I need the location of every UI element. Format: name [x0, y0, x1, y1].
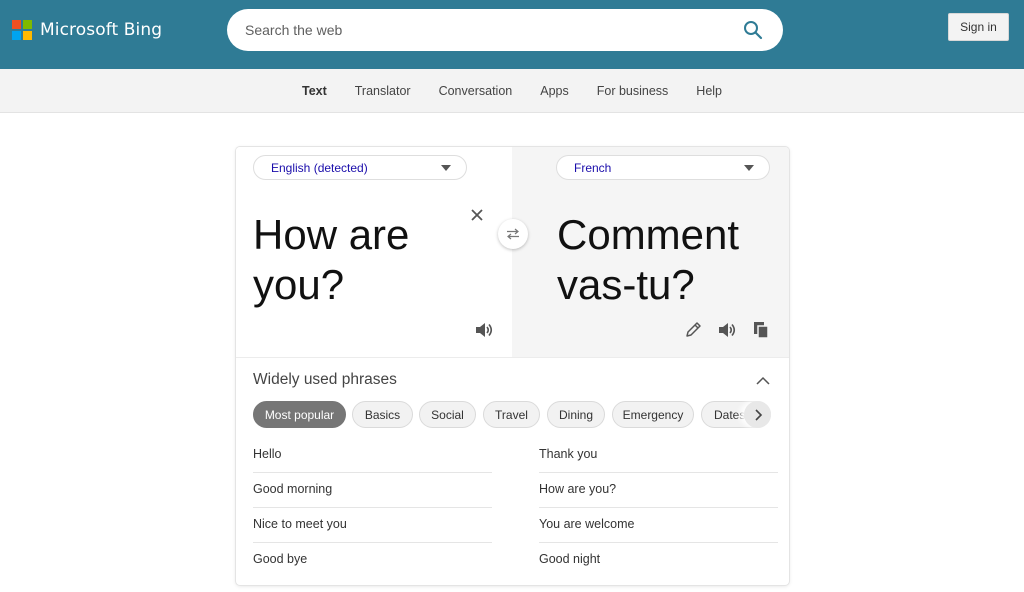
- chip-emergency[interactable]: Emergency: [612, 401, 694, 428]
- phrase-item[interactable]: Nice to meet you: [253, 508, 492, 543]
- phrase-item[interactable]: Good night: [539, 543, 778, 578]
- speaker-icon[interactable]: [474, 320, 494, 340]
- target-language-select[interactable]: French: [556, 155, 770, 180]
- phrases-title: Widely used phrases: [253, 371, 397, 388]
- sign-in-button[interactable]: Sign in: [948, 13, 1009, 41]
- nav-translator[interactable]: Translator: [355, 84, 411, 98]
- top-header: Microsoft Bing Sign in: [0, 0, 1024, 69]
- nav-conversation[interactable]: Conversation: [439, 84, 513, 98]
- bing-logo[interactable]: Microsoft Bing: [12, 20, 162, 40]
- chip-social[interactable]: Social: [419, 401, 476, 428]
- nav-text[interactable]: Text: [302, 84, 327, 98]
- phrase-item[interactable]: You are welcome: [539, 508, 778, 543]
- chip-dining[interactable]: Dining: [547, 401, 605, 428]
- phrase-item[interactable]: Good bye: [253, 543, 492, 578]
- phrase-item[interactable]: Thank you: [539, 438, 778, 473]
- search-icon[interactable]: [743, 20, 763, 40]
- phrase-item[interactable]: Good morning: [253, 473, 492, 508]
- chevron-down-icon: [744, 165, 754, 171]
- swap-icon: [507, 228, 519, 240]
- chip-basics[interactable]: Basics: [352, 401, 413, 428]
- edit-icon[interactable]: [683, 320, 703, 340]
- source-language-label: English (detected): [271, 160, 368, 175]
- phrase-item[interactable]: How are you?: [539, 473, 778, 508]
- chevron-down-icon: [441, 165, 451, 171]
- speaker-icon[interactable]: [717, 320, 737, 340]
- nav-for-business[interactable]: For business: [597, 84, 669, 98]
- phrase-item[interactable]: Hello: [253, 438, 492, 473]
- phrase-categories: Most popular Basics Social Travel Dining…: [253, 401, 771, 428]
- brand-name: Microsoft Bing: [40, 20, 163, 40]
- chip-travel[interactable]: Travel: [483, 401, 540, 428]
- translated-text: Comment vas-tu?: [557, 211, 740, 308]
- swap-languages-button[interactable]: [498, 219, 528, 249]
- card-divider: [236, 357, 789, 358]
- translator-nav: Text Translator Conversation Apps For bu…: [0, 69, 1024, 113]
- search-input[interactable]: [245, 20, 725, 40]
- categories-next-button[interactable]: [744, 401, 771, 428]
- source-pane: English (detected) How are you?: [236, 147, 512, 357]
- chevron-up-icon[interactable]: [755, 375, 771, 387]
- source-text[interactable]: How are you?: [253, 210, 493, 310]
- target-pane: French Comment vas-tu?: [512, 147, 789, 357]
- nav-help[interactable]: Help: [696, 84, 722, 98]
- translator-card: English (detected) How are you? French C…: [236, 147, 789, 585]
- copy-icon[interactable]: [751, 320, 771, 340]
- nav-apps[interactable]: Apps: [540, 84, 569, 98]
- chevron-right-icon: [754, 408, 762, 421]
- clear-icon[interactable]: [470, 208, 484, 222]
- search-box: [227, 9, 783, 51]
- source-language-select[interactable]: English (detected): [253, 155, 467, 180]
- microsoft-logo-icon: [12, 20, 32, 40]
- chip-most-popular[interactable]: Most popular: [253, 401, 346, 428]
- target-language-label: French: [574, 160, 612, 175]
